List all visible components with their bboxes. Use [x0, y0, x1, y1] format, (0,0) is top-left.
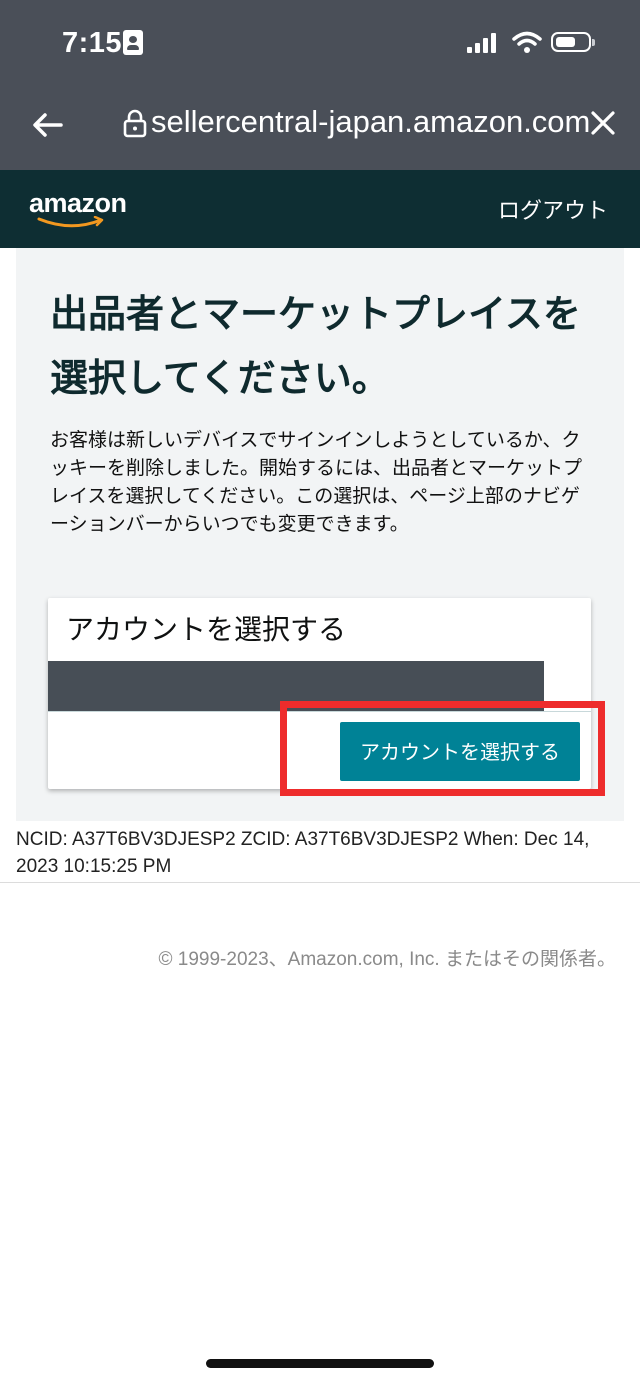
wifi-icon: [512, 31, 542, 53]
status-time: 7:15: [62, 27, 123, 59]
amazon-logo[interactable]: amazon: [29, 188, 134, 232]
amazon-smile-icon: [37, 216, 104, 228]
site-header: amazon ログアウト: [0, 170, 640, 248]
home-indicator[interactable]: [206, 1359, 434, 1368]
divider: [0, 882, 640, 883]
status-bar: 7:15: [0, 0, 640, 88]
logout-link[interactable]: ログアウト: [498, 193, 608, 225]
cellular-signal-icon: [467, 33, 499, 53]
id-card-icon: [123, 30, 143, 55]
page-title: 出品者とマーケットプレイスを選択してください。: [50, 292, 581, 400]
card-title: アカウントを選択する: [66, 613, 347, 646]
highlight-annotation: [280, 701, 605, 796]
back-arrow-icon[interactable]: [30, 108, 64, 142]
close-icon[interactable]: [588, 108, 618, 138]
copyright-text: © 1999-2023、Amazon.com, Inc. またはその関係者。: [158, 949, 616, 970]
battery-icon: [551, 32, 595, 52]
ncid-info: NCID: A37T6BV3DJESP2 ZCID: A37T6BV3DJESP…: [16, 829, 590, 877]
page-description: お客様は新しいデバイスでサインインしようとしているか、クッキーを削除しました。開…: [50, 429, 583, 535]
browser-bar: sellercentral-japan.amazon.com: [0, 88, 640, 170]
lock-icon: [123, 109, 147, 138]
url-bar[interactable]: sellercentral-japan.amazon.com: [151, 104, 590, 140]
